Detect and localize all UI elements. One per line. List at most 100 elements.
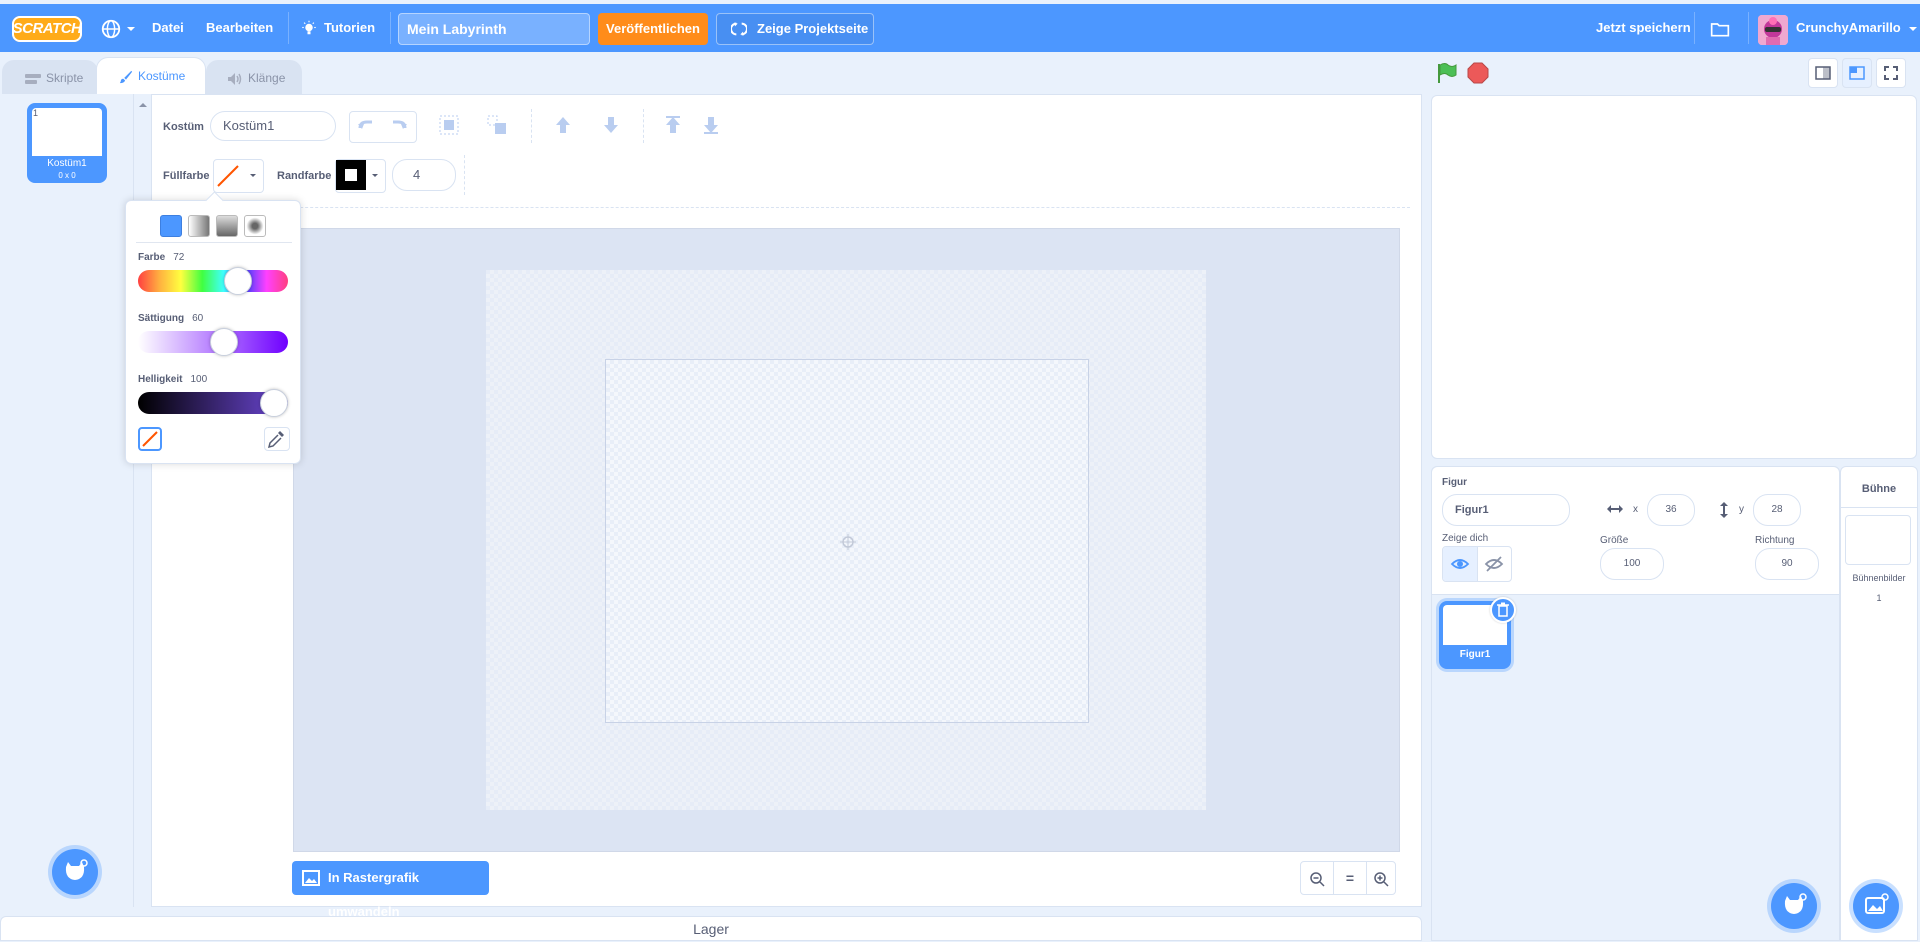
- zoom-out-icon: [1310, 872, 1325, 887]
- costume-number: 1: [33, 108, 39, 118]
- tab-code[interactable]: Skripte: [2, 60, 98, 94]
- my-stuff-button[interactable]: [1710, 4, 1730, 52]
- tab-sounds-label: Klänge: [248, 71, 286, 85]
- solid-fill-mode[interactable]: [160, 215, 182, 237]
- convert-to-bitmap-button[interactable]: In Rastergrafik umwandeln: [292, 861, 489, 919]
- color-slider[interactable]: [138, 270, 288, 292]
- vertical-gradient-mode[interactable]: [216, 215, 238, 237]
- speaker-icon: [228, 72, 242, 85]
- x-label: x: [1633, 504, 1638, 515]
- tab-costumes[interactable]: Kostüme: [96, 57, 206, 94]
- backward-icon[interactable]: [600, 114, 622, 136]
- brightness-slider-handle[interactable]: [260, 389, 288, 417]
- small-stage-icon: [1815, 66, 1831, 80]
- y-input[interactable]: 28: [1753, 494, 1801, 526]
- redo-icon[interactable]: [383, 112, 415, 140]
- outline-color-picker[interactable]: [335, 159, 386, 193]
- forward-icon[interactable]: [552, 114, 574, 136]
- editor-tabs: Skripte Kostüme Klänge: [0, 57, 310, 94]
- eyedropper-icon: [267, 431, 284, 449]
- stop-icon[interactable]: [1467, 62, 1489, 84]
- no-color-button[interactable]: [138, 427, 162, 451]
- costume-name-label: Kostüm: [163, 121, 204, 133]
- stage-canvas[interactable]: [1431, 95, 1917, 459]
- zoom-in-button[interactable]: [1365, 862, 1397, 894]
- paint-canvas[interactable]: [605, 359, 1089, 723]
- account-menu[interactable]: CrunchyAmarillo: [1796, 4, 1918, 52]
- project-title-input[interactable]: Mein Labyrinth: [398, 13, 590, 45]
- y-label: y: [1739, 504, 1744, 515]
- eyedropper-button[interactable]: [264, 427, 290, 451]
- tutorials-label: Tutorien: [324, 20, 376, 35]
- outline-label: Randfarbe: [277, 170, 332, 182]
- lightbulb-icon: [302, 20, 316, 34]
- fullscreen-button[interactable]: [1876, 58, 1906, 88]
- zoom-out-button[interactable]: [1301, 862, 1333, 894]
- backdrops-label: Bühnenbilder: [1852, 573, 1906, 583]
- saturation-slider-handle[interactable]: [210, 328, 238, 356]
- cat-add-icon: [65, 859, 88, 880]
- show-label: Zeige dich: [1442, 533, 1489, 544]
- costume-name-input[interactable]: Kostüm1: [210, 111, 336, 141]
- choose-costume-button[interactable]: [52, 849, 98, 895]
- stage-header: [1422, 52, 1920, 94]
- tab-code-label: Skripte: [46, 71, 84, 85]
- color-slider-handle[interactable]: [224, 267, 252, 295]
- fill-color-picker[interactable]: [213, 159, 264, 193]
- scratch-logo[interactable]: SCRATCH: [12, 16, 82, 42]
- see-project-page-label: Zeige Projektseite: [757, 21, 869, 36]
- backpack-header[interactable]: Lager: [0, 916, 1422, 941]
- undo-icon[interactable]: [350, 112, 382, 140]
- zoom-reset-button[interactable]: =: [1333, 862, 1367, 894]
- file-menu[interactable]: Datei: [152, 4, 184, 52]
- brush-icon: [119, 70, 133, 83]
- undo-redo-group: [349, 111, 417, 143]
- menu-bar: SCRATCH Datei Bearbeiten Tutorien Mein L…: [0, 4, 1920, 52]
- hide-button[interactable]: [1477, 547, 1511, 581]
- x-input[interactable]: 36: [1647, 494, 1695, 526]
- size-input[interactable]: 100: [1600, 548, 1664, 580]
- direction-input[interactable]: 90: [1755, 548, 1819, 580]
- fill-label: Füllfarbe: [163, 170, 210, 182]
- avatar[interactable]: [1758, 15, 1788, 45]
- green-flag-icon[interactable]: [1436, 62, 1458, 84]
- costume-thumbnail: [32, 108, 102, 156]
- delete-sprite-button[interactable]: [1490, 597, 1516, 623]
- publish-button[interactable]: Veröffentlichen: [598, 13, 708, 45]
- stage-selector[interactable]: Bühne Bühnenbilder 1: [1840, 466, 1918, 941]
- radial-gradient-mode[interactable]: [244, 215, 266, 237]
- costume-item[interactable]: 1 Kostüm1 0 x 0: [27, 103, 107, 183]
- sprite-name-input[interactable]: Figur1: [1442, 494, 1570, 526]
- sprite-tile-name: Figur1: [1459, 649, 1491, 660]
- language-menu[interactable]: [100, 4, 136, 52]
- choose-sprite-button[interactable]: [1771, 883, 1817, 929]
- zoom-in-icon: [1374, 872, 1389, 887]
- see-project-page-button[interactable]: Zeige Projektseite: [716, 13, 874, 45]
- color-slider-label: Farbe 72: [138, 252, 185, 263]
- front-icon[interactable]: [662, 114, 684, 136]
- choose-backdrop-button[interactable]: [1853, 883, 1899, 929]
- no-fill-swatch-icon: [215, 163, 241, 189]
- chevron-down-icon: [250, 174, 256, 177]
- outline-width-input[interactable]: 4: [392, 159, 456, 191]
- tutorials-menu[interactable]: Tutorien: [300, 4, 375, 52]
- normal-stage-button[interactable]: [1842, 58, 1872, 88]
- back-icon[interactable]: [700, 114, 722, 136]
- small-stage-button[interactable]: [1808, 58, 1838, 88]
- save-now-link[interactable]: Jetzt speichern: [1596, 4, 1691, 52]
- ungroup-icon[interactable]: [486, 114, 508, 136]
- costume-list: [0, 94, 134, 907]
- edit-menu[interactable]: Bearbeiten: [206, 4, 273, 52]
- convert-to-bitmap-label: In Rastergrafik umwandeln: [328, 870, 420, 919]
- sprite-label: Figur: [1442, 477, 1467, 488]
- horizontal-gradient-mode[interactable]: [188, 215, 210, 237]
- group-icon[interactable]: [438, 114, 460, 136]
- show-button[interactable]: [1443, 547, 1478, 581]
- size-label: Größe: [1600, 535, 1629, 546]
- chevron-down-icon: [126, 26, 135, 31]
- stage-thumbnail[interactable]: [1845, 515, 1911, 565]
- username-label: CrunchyAmarillo: [1796, 20, 1901, 35]
- cat-add-icon: [1784, 893, 1807, 914]
- tab-sounds[interactable]: Klänge: [206, 60, 302, 94]
- fullscreen-icon: [1884, 66, 1898, 80]
